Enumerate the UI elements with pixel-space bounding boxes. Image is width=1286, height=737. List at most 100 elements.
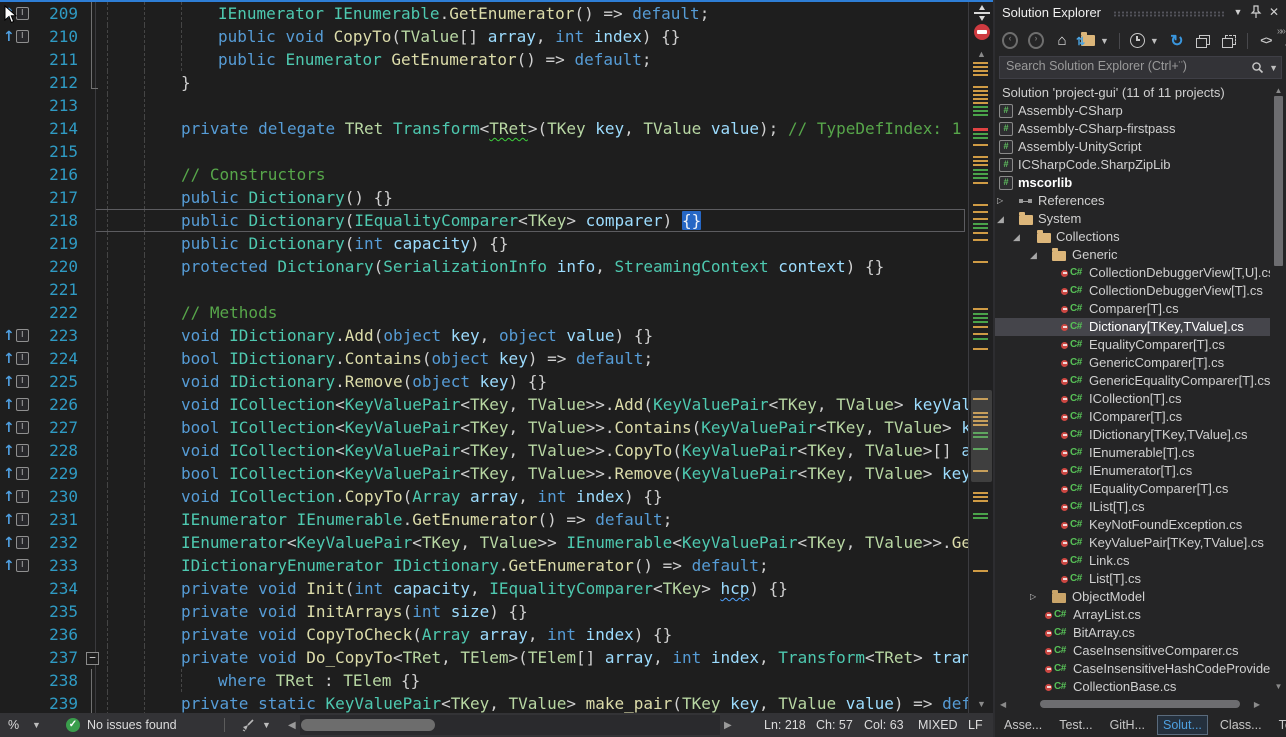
pending-changes-filter-icon[interactable] [1130, 33, 1146, 49]
line-number[interactable]: 239 [26, 692, 78, 713]
fold-collapse-icon[interactable]: − [86, 652, 99, 665]
expander-open-icon[interactable]: ◢ [1030, 246, 1037, 264]
line-number[interactable]: 211 [26, 48, 78, 71]
implements-indicator-icon[interactable]: ↑I [3, 347, 29, 370]
implements-indicator-icon[interactable]: ↑I [3, 531, 29, 554]
implements-indicator-icon[interactable]: ↑I [3, 439, 29, 462]
tree-item-equalitycomparer-t-cs[interactable]: C#EqualityComparer[T].cs [995, 336, 1270, 354]
tree-item-genericequalitycomparer-t-cs[interactable]: C#GenericEqualityComparer[T].cs [995, 372, 1270, 390]
tree-item-caseinsensitivehashcodeprovider-cs[interactable]: C#CaseInsensitiveHashCodeProvider.cs [995, 660, 1270, 678]
tree-item-collections[interactable]: ◢Collections [995, 228, 1270, 246]
hscroll-left-arrow[interactable]: ◀ [288, 713, 296, 737]
editor-horizontal-scrollbar[interactable] [300, 715, 720, 735]
panel-tab-asse[interactable]: Asse... [999, 716, 1047, 734]
tree-scroll-up-arrow[interactable]: ▲ [1272, 86, 1285, 95]
line-number[interactable]: 222 [26, 301, 78, 324]
switch-views-icon[interactable]: ⇅ [1080, 33, 1096, 49]
tree-item-arraylist-cs[interactable]: C#ArrayList.cs [995, 606, 1270, 624]
window-position-menu-icon[interactable]: ▼ [1230, 4, 1246, 20]
filter-caret[interactable]: ▼ [1150, 36, 1159, 46]
line-number[interactable]: 216 [26, 163, 78, 186]
line-indicator[interactable]: Ln: 218 [764, 713, 806, 737]
code-line[interactable]: ↑I227bool ICollection<KeyValuePair<TKey,… [0, 416, 968, 439]
code-line[interactable]: 220protected Dictionary(SerializationInf… [0, 255, 968, 278]
line-number[interactable]: 228 [26, 439, 78, 462]
implements-indicator-icon[interactable]: ↑I [3, 462, 29, 485]
format-dropdown-caret[interactable]: ▼ [262, 713, 271, 737]
collapse-all-icon[interactable] [1195, 33, 1211, 49]
implements-indicator-icon[interactable]: ↑I [3, 554, 29, 577]
tree-item-caseinsensitivecomparer-cs[interactable]: C#CaseInsensitiveComparer.cs [995, 642, 1270, 660]
code-line[interactable]: ↑I209IEnumerator IEnumerable.GetEnumerat… [0, 2, 968, 25]
column-indicator[interactable]: Col: 63 [864, 713, 904, 737]
tree-item-system[interactable]: ◢System [995, 210, 1270, 228]
line-number[interactable]: 210 [26, 25, 78, 48]
code-line[interactable]: ↑I223void IDictionary.Add(object key, ob… [0, 324, 968, 347]
code-line[interactable]: 219public Dictionary(int capacity) {} [0, 232, 968, 255]
split-window-handle-icon[interactable] [973, 4, 991, 21]
eol-indicator[interactable]: LF [968, 713, 983, 737]
code-line[interactable]: ↑I232IEnumerator<KeyValuePair<TKey, TVal… [0, 531, 968, 554]
tree-item-iequalitycomparer-t-cs[interactable]: C#IEqualityComparer[T].cs [995, 480, 1270, 498]
line-number[interactable]: 231 [26, 508, 78, 531]
tree-item-objectmodel[interactable]: ▷ObjectModel [995, 588, 1270, 606]
scroll-up-arrow[interactable]: ▲ [969, 49, 994, 59]
implements-indicator-icon[interactable]: ↑I [3, 370, 29, 393]
line-number[interactable]: 214 [26, 117, 78, 140]
tree-hscroll-right-arrow[interactable]: ▶ [1254, 700, 1260, 709]
line-number[interactable]: 220 [26, 255, 78, 278]
implements-indicator-icon[interactable]: ↑I [3, 416, 29, 439]
expander-open-icon[interactable]: ◢ [997, 210, 1004, 228]
line-number[interactable]: 229 [26, 462, 78, 485]
tree-item-solution-project-gui-11-of-11-projects[interactable]: Solution 'project-gui' (11 of 11 project… [995, 84, 1270, 102]
code-line[interactable]: 213 [0, 94, 968, 117]
code-line[interactable]: 212} [0, 71, 968, 94]
line-number[interactable]: 213 [26, 94, 78, 117]
line-number[interactable]: 232 [26, 531, 78, 554]
forward-button[interactable]: › [1028, 33, 1044, 49]
line-number[interactable]: 219 [26, 232, 78, 255]
panel-tab-class[interactable]: Class... [1215, 716, 1267, 734]
drag-grip[interactable] [1113, 11, 1226, 17]
implements-indicator-icon[interactable]: ↑I [3, 324, 29, 347]
zoom-dropdown-caret[interactable]: ▼ [32, 713, 41, 737]
code-line[interactable]: 236private void CopyToCheck(Array array,… [0, 623, 968, 646]
switch-views-caret[interactable]: ▼ [1100, 36, 1109, 46]
implements-indicator-icon[interactable]: ↑I [3, 508, 29, 531]
tree-item-references[interactable]: ▷References [995, 192, 1270, 210]
tree-item-collectiondebuggerview-t-cs[interactable]: C#CollectionDebuggerView[T].cs [995, 282, 1270, 300]
search-icon[interactable] [1251, 61, 1264, 74]
panel-tab-test[interactable]: Test... [1054, 716, 1097, 734]
panel-tab-tea[interactable]: Tea... [1274, 716, 1286, 734]
line-number[interactable]: 236 [26, 623, 78, 646]
code-line[interactable]: ↑I231IEnumerator IEnumerable.GetEnumerat… [0, 508, 968, 531]
line-number[interactable]: 223 [26, 324, 78, 347]
implements-indicator-icon[interactable]: ↑I [3, 393, 29, 416]
tree-item-ienumerator-t-cs[interactable]: C#IEnumerator[T].cs [995, 462, 1270, 480]
line-number[interactable]: 217 [26, 186, 78, 209]
code-line[interactable]: ↑I210public void CopyTo(TValue[] array, … [0, 25, 968, 48]
tree-item-dictionary-tkey-tvalue-cs[interactable]: C#Dictionary[TKey,TValue].cs [995, 318, 1270, 336]
tree-scroll-down-arrow[interactable]: ▼ [1272, 682, 1285, 691]
code-line[interactable]: 238where TRet : TElem {} [0, 669, 968, 692]
tree-item-bitarray-cs[interactable]: C#BitArray.cs [995, 624, 1270, 642]
tree-vertical-scrollbar[interactable]: ▲ ▼ [1272, 86, 1285, 691]
line-number[interactable]: 226 [26, 393, 78, 416]
char-indicator[interactable]: Ch: 57 [816, 713, 853, 737]
tree-item-idictionary-tkey-tvalue-cs[interactable]: C#IDictionary[TKey,TValue].cs [995, 426, 1270, 444]
line-number[interactable]: 238 [26, 669, 78, 692]
tree-item-ienumerable-t-cs[interactable]: C#IEnumerable[T].cs [995, 444, 1270, 462]
code-line[interactable]: 217public Dictionary() {} [0, 186, 968, 209]
panel-tab-solut[interactable]: Solut... [1157, 715, 1208, 735]
home-icon[interactable]: ⌂ [1054, 33, 1070, 49]
tree-scrollbar-thumb[interactable] [1274, 96, 1283, 266]
code-line[interactable]: 237−private void Do_CopyTo<TRet, TElem>(… [0, 646, 968, 669]
tree-item-comparer-t-cs[interactable]: C#Comparer[T].cs [995, 300, 1270, 318]
close-icon[interactable]: ✕ [1266, 4, 1282, 20]
tree-item-ilist-t-cs[interactable]: C#IList[T].cs [995, 498, 1270, 516]
code-line[interactable]: ↑I228void ICollection<KeyValuePair<TKey,… [0, 439, 968, 462]
line-number[interactable]: 235 [26, 600, 78, 623]
refresh-icon[interactable]: ↻ [1169, 33, 1185, 49]
pin-icon[interactable] [1248, 4, 1264, 20]
tree-item-link-cs[interactable]: C#Link.cs [995, 552, 1270, 570]
